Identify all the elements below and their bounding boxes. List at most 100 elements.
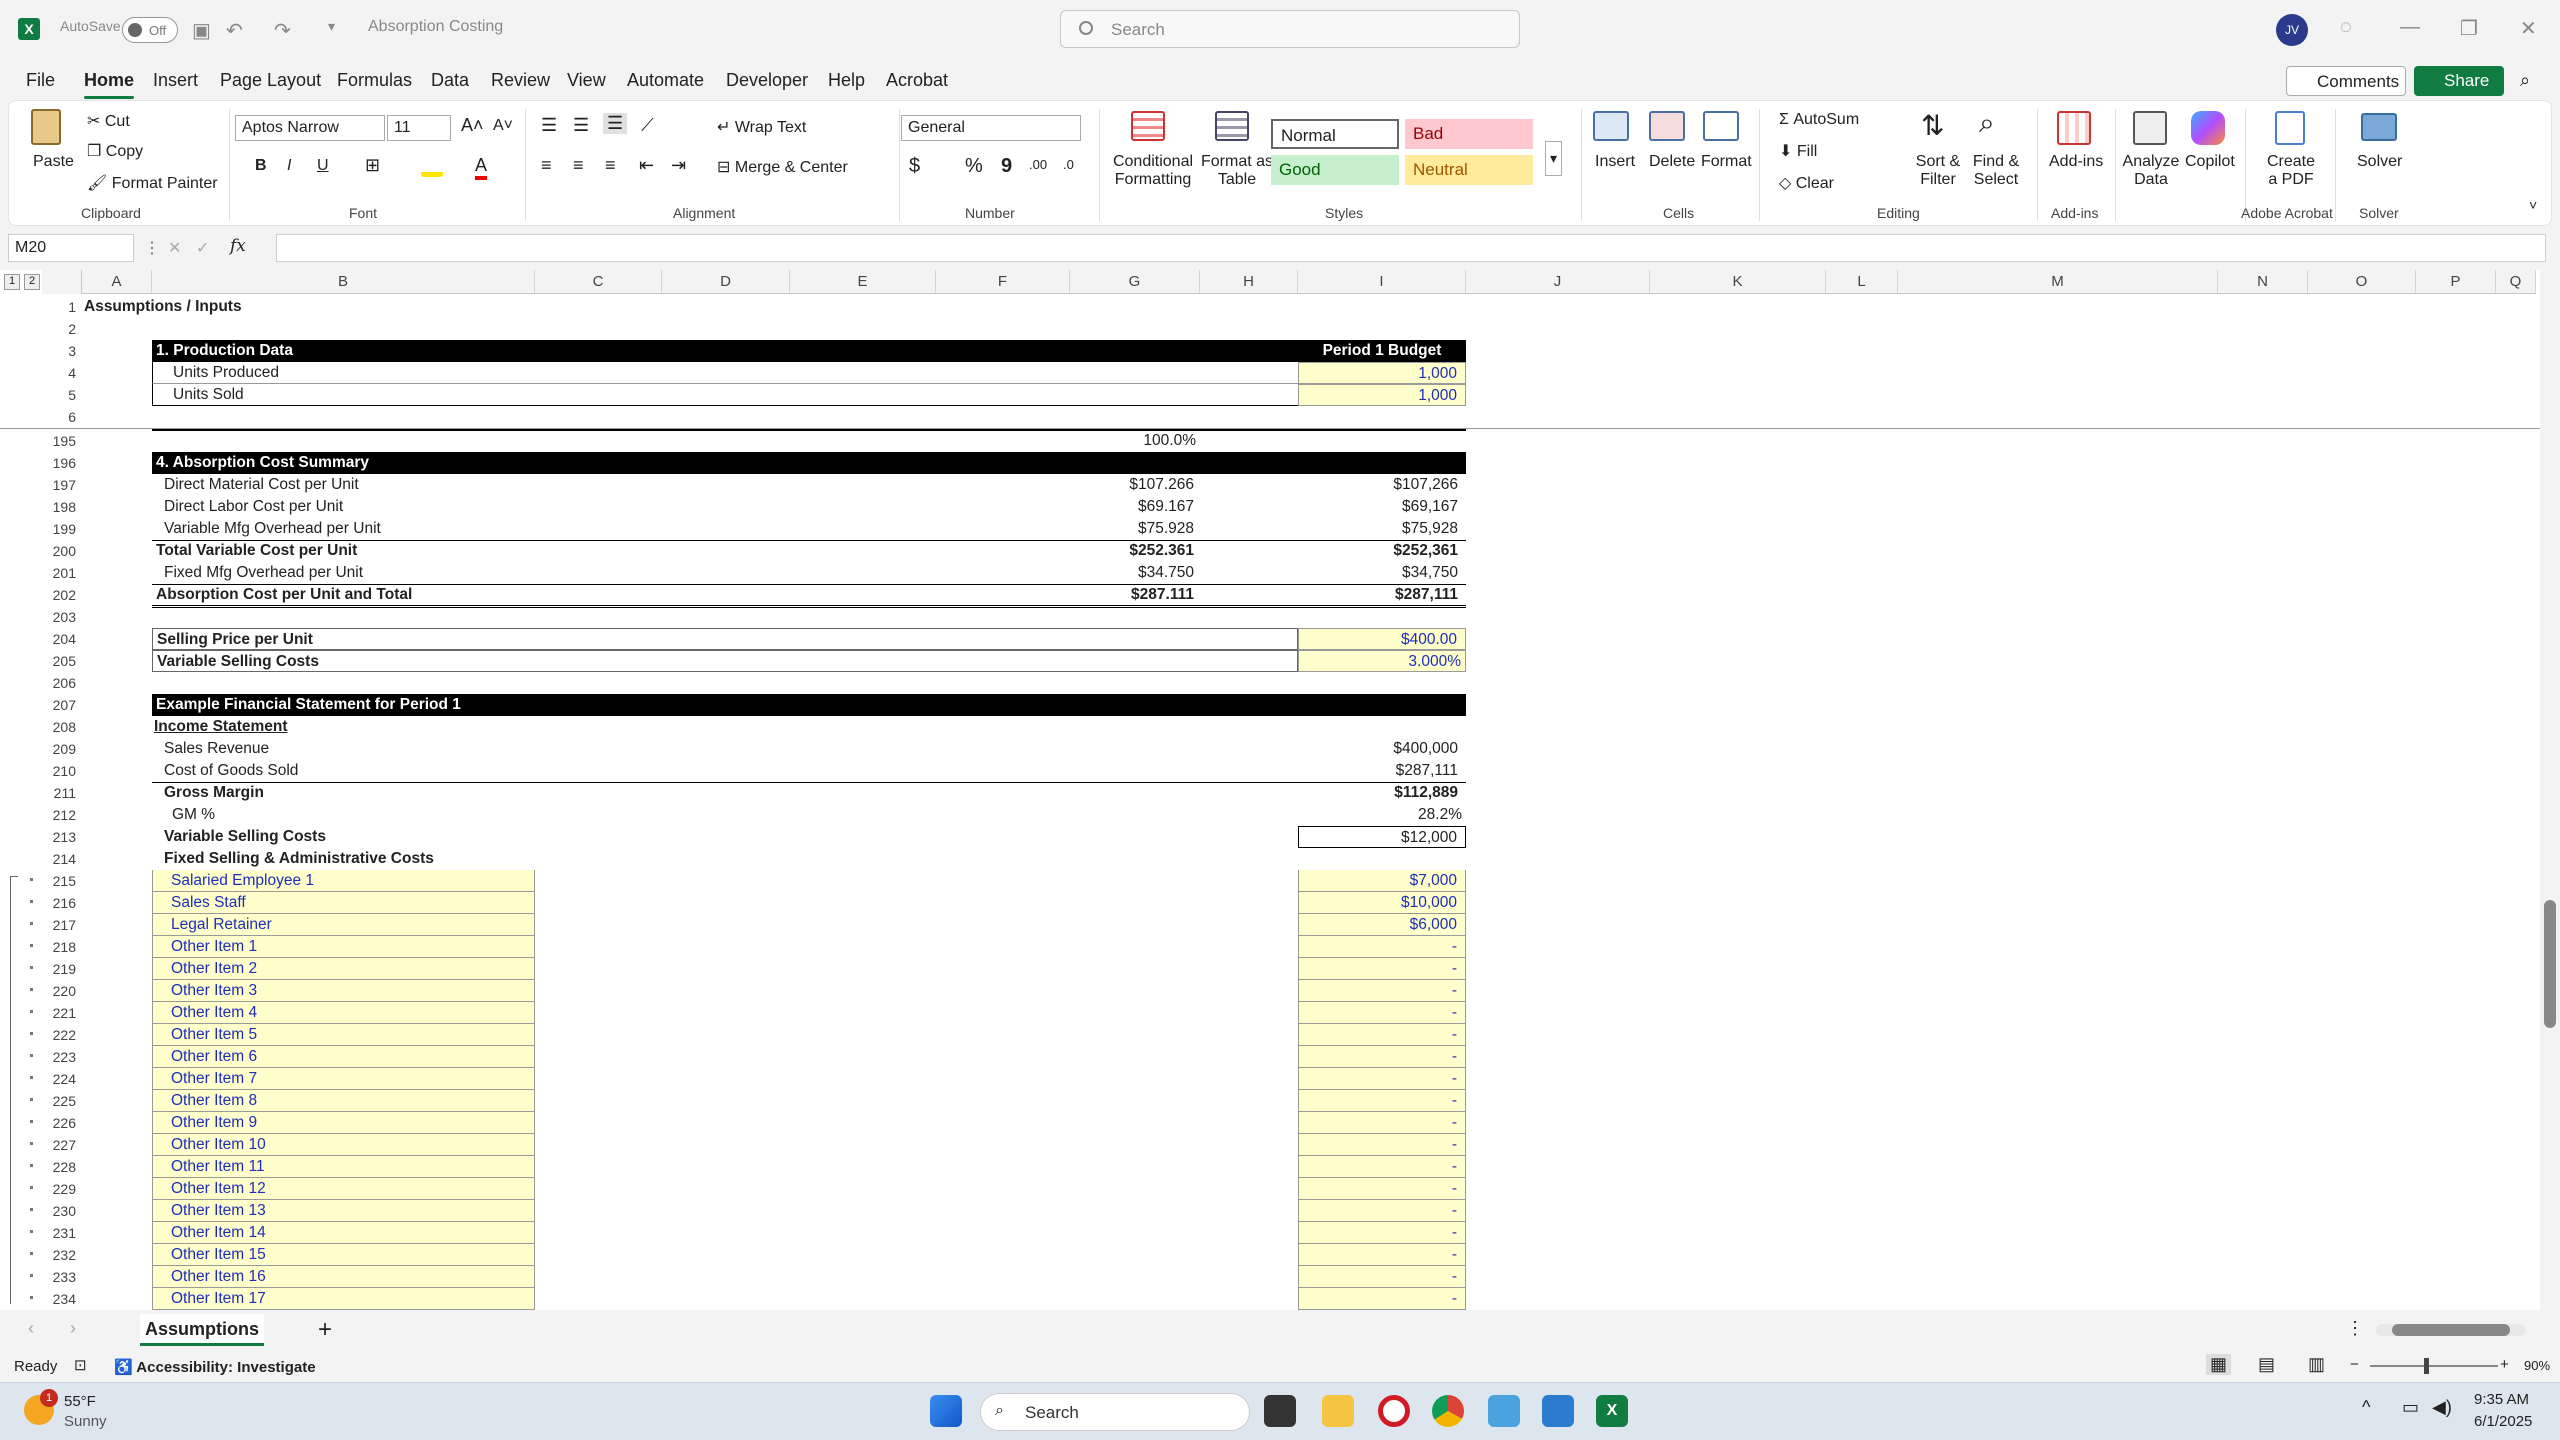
units-produced-label[interactable]: Units Produced <box>152 362 1298 384</box>
opera-icon[interactable] <box>1378 1395 1410 1427</box>
fixed-item-label[interactable]: Other Item 11 <box>152 1156 535 1178</box>
row-header[interactable]: 2 <box>42 318 78 340</box>
fixed-item-label[interactable]: Sales Staff <box>152 892 535 914</box>
row-header[interactable]: 208 <box>42 716 78 738</box>
align-middle-icon[interactable]: ☰ <box>573 115 589 136</box>
vertical-scroll-thumb[interactable] <box>2544 900 2556 1028</box>
row-header[interactable]: 214 <box>42 848 78 870</box>
row-header[interactable]: 209 <box>42 738 78 760</box>
fo-unit[interactable]: $34.750 <box>1070 562 1194 584</box>
ac-label[interactable]: Absorption Cost per Unit and Total <box>152 584 852 606</box>
fixed-item-value[interactable]: - <box>1298 1046 1466 1068</box>
decrease-decimal-icon[interactable]: .0 <box>1063 157 1074 172</box>
page-layout-view-icon[interactable]: ▤ <box>2258 1354 2275 1375</box>
decrease-indent-icon[interactable]: ⇤ <box>639 155 654 176</box>
tab-acrobat[interactable]: Acrobat <box>886 70 948 91</box>
row-header[interactable]: 228 <box>42 1156 78 1178</box>
save-icon[interactable]: ▣ <box>192 18 211 43</box>
fixed-item-label[interactable]: Other Item 4 <box>152 1002 535 1024</box>
notepad-icon[interactable] <box>1542 1395 1574 1427</box>
fixed-item-label[interactable]: Other Item 12 <box>152 1178 535 1200</box>
column-header-l[interactable]: L <box>1826 270 1898 294</box>
sheet-tab-assumptions[interactable]: Assumptions <box>140 1314 264 1346</box>
sales-label[interactable]: Sales Revenue <box>152 738 852 760</box>
fixed-item-label[interactable]: Legal Retainer <box>152 914 535 936</box>
fixed-item-value[interactable]: - <box>1298 936 1466 958</box>
row-header[interactable]: 219 <box>42 958 78 980</box>
row-header[interactable]: 1 <box>42 296 78 318</box>
fill-button[interactable]: ⬇ Fill <box>1779 141 1817 161</box>
column-header-q[interactable]: Q <box>2496 270 2536 294</box>
row-header[interactable]: 220 <box>42 980 78 1002</box>
volume-icon[interactable]: ◀) <box>2432 1397 2452 1418</box>
conditional-formatting-button[interactable]: Conditional Formatting <box>1107 153 1199 189</box>
fixed-item-value[interactable]: - <box>1298 1002 1466 1024</box>
start-windows-icon[interactable] <box>930 1395 962 1427</box>
fixed-item-value[interactable]: - <box>1298 1266 1466 1288</box>
format-as-table-icon[interactable] <box>1215 111 1249 141</box>
redo-icon[interactable]: ↷ <box>274 18 291 43</box>
find-select-icon[interactable]: ⌕ <box>1979 107 1995 140</box>
column-header-b[interactable]: B <box>152 270 535 294</box>
number-format-select[interactable]: General <box>901 115 1081 141</box>
align-right-icon[interactable]: ≡ <box>605 155 616 176</box>
fo-label[interactable]: Fixed Mfg Overhead per Unit <box>152 562 852 584</box>
fixed-item-label[interactable]: Other Item 15 <box>152 1244 535 1266</box>
weather-temp[interactable]: 55°F <box>64 1393 96 1410</box>
fs-header-cell[interactable]: Example Financial Statement for Period 1 <box>152 694 1466 716</box>
tab-automate[interactable]: Automate <box>627 70 704 91</box>
fixed-item-value[interactable]: - <box>1298 1134 1466 1156</box>
minimize-icon[interactable]: — <box>2400 16 2420 39</box>
tv-unit[interactable]: $252.361 <box>1070 540 1194 562</box>
fixed-item-label[interactable]: Other Item 17 <box>152 1288 535 1310</box>
horizontal-scrollbar[interactable] <box>2376 1324 2526 1336</box>
fixed-item-label[interactable]: Other Item 9 <box>152 1112 535 1134</box>
wrap-text-button[interactable]: ↵ Wrap Text <box>717 117 806 137</box>
fill-color-icon[interactable] <box>421 161 443 177</box>
row-header[interactable]: 222 <box>42 1024 78 1046</box>
font-color-icon[interactable]: A <box>475 155 488 180</box>
column-header-f[interactable]: F <box>936 270 1070 294</box>
row-header[interactable]: 223 <box>42 1046 78 1068</box>
format-cells-icon[interactable] <box>1703 111 1739 141</box>
row-header[interactable]: 232 <box>42 1244 78 1266</box>
pct-cell[interactable]: 100.0% <box>1070 430 1200 452</box>
tv-total[interactable]: $252,361 <box>1298 540 1458 562</box>
production-header-cell[interactable]: 1. Production Data <box>152 340 1298 362</box>
zoom-slider-thumb[interactable] <box>2424 1358 2429 1374</box>
period-header-cell[interactable]: Period 1 Budget <box>1298 340 1466 362</box>
row-header[interactable]: 206 <box>42 672 78 694</box>
solver-icon[interactable] <box>2361 113 2397 141</box>
row-header[interactable]: 203 <box>42 606 78 628</box>
fixed-item-value[interactable]: - <box>1298 1222 1466 1244</box>
zoom-slider[interactable] <box>2370 1358 2498 1374</box>
shrink-font-icon[interactable]: A˅ <box>493 117 513 135</box>
row-header[interactable]: 204 <box>42 628 78 650</box>
row-header[interactable]: 227 <box>42 1134 78 1156</box>
clock-time[interactable]: 9:35 AM <box>2474 1391 2529 1408</box>
analyze-data-icon[interactable] <box>2133 111 2167 145</box>
column-header-n[interactable]: N <box>2218 270 2308 294</box>
analyze-data-button[interactable]: Analyze Data <box>2117 153 2185 189</box>
tab-insert[interactable]: Insert <box>153 70 198 91</box>
tray-chevron-icon[interactable]: ^ <box>2362 1397 2370 1418</box>
tab-home[interactable]: Home <box>84 70 135 99</box>
row-header[interactable]: 226 <box>42 1112 78 1134</box>
gmp-value[interactable]: 28.2% <box>1298 804 1462 826</box>
fixed-item-label[interactable]: Other Item 13 <box>152 1200 535 1222</box>
fixed-item-label[interactable]: Other Item 2 <box>152 958 535 980</box>
outline-level-2[interactable]: 2 <box>24 274 40 290</box>
fixed-item-label[interactable]: Other Item 1 <box>152 936 535 958</box>
snipping-tool-icon[interactable] <box>1488 1395 1520 1427</box>
zoom-in-icon[interactable]: + <box>2500 1356 2509 1373</box>
cancel-icon[interactable]: ✕ <box>168 238 181 258</box>
row-header[interactable]: 5 <box>42 384 78 406</box>
paste-icon[interactable] <box>31 109 61 145</box>
sheet-title-cell[interactable]: Assumptions / Inputs <box>84 296 384 318</box>
create-pdf-icon[interactable] <box>2275 111 2305 145</box>
format-painter-button[interactable]: 🖌 Format Painter <box>87 173 218 193</box>
collapse-ribbon-icon[interactable]: ˅ <box>2529 197 2537 213</box>
vertical-scrollbar[interactable] <box>2540 270 2560 1310</box>
tab-view[interactable]: View <box>567 70 606 91</box>
row-header[interactable]: 229 <box>42 1178 78 1200</box>
